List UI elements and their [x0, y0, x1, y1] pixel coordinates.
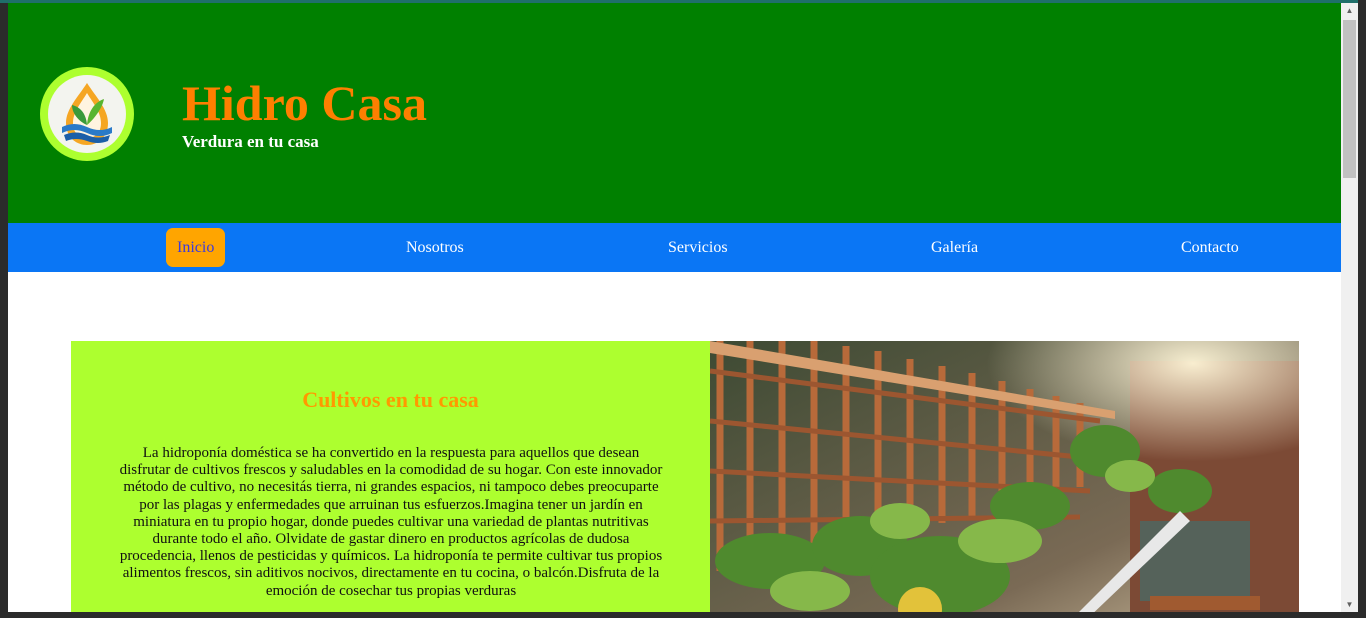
hydroponic-garden-image — [710, 341, 1299, 612]
site-header: Hidro Casa Verdura en tu casa — [8, 3, 1341, 223]
site-title: Hidro Casa — [182, 75, 427, 131]
window-right-gutter — [1358, 0, 1366, 618]
window-bottom-bar — [0, 612, 1366, 618]
page-viewport: Hidro Casa Verdura en tu casa Inicio Nos… — [8, 3, 1341, 612]
logo-badge — [48, 75, 126, 153]
hydroponics-logo-icon — [62, 83, 112, 145]
nav-item-inicio[interactable]: Inicio — [166, 228, 226, 267]
scrollbar-thumb[interactable] — [1343, 20, 1356, 178]
nav-item-galeria[interactable]: Galería — [931, 228, 978, 267]
section-body: La hidroponía doméstica se ha convertido… — [119, 445, 663, 599]
main-nav: Inicio Nosotros Servicios Galería Contac… — [8, 223, 1341, 272]
section-title: Cultivos en tu casa — [302, 387, 479, 412]
nav-item-servicios[interactable]: Servicios — [668, 228, 728, 267]
intro-text-panel: Cultivos en tu casa La hidroponía domést… — [71, 341, 710, 612]
site-logo[interactable] — [40, 67, 134, 161]
scroll-down-arrow-icon[interactable]: ▼ — [1341, 597, 1358, 612]
intro-section: Cultivos en tu casa La hidroponía domést… — [71, 341, 1299, 612]
nav-item-nosotros[interactable]: Nosotros — [406, 228, 464, 267]
vertical-scrollbar[interactable]: ▲ ▼ — [1341, 3, 1358, 612]
nav-item-contacto[interactable]: Contacto — [1181, 228, 1239, 267]
scroll-up-arrow-icon[interactable]: ▲ — [1341, 3, 1358, 18]
hydroponic-garden-photo — [710, 341, 1299, 612]
site-tagline: Verdura en tu casa — [182, 132, 319, 151]
